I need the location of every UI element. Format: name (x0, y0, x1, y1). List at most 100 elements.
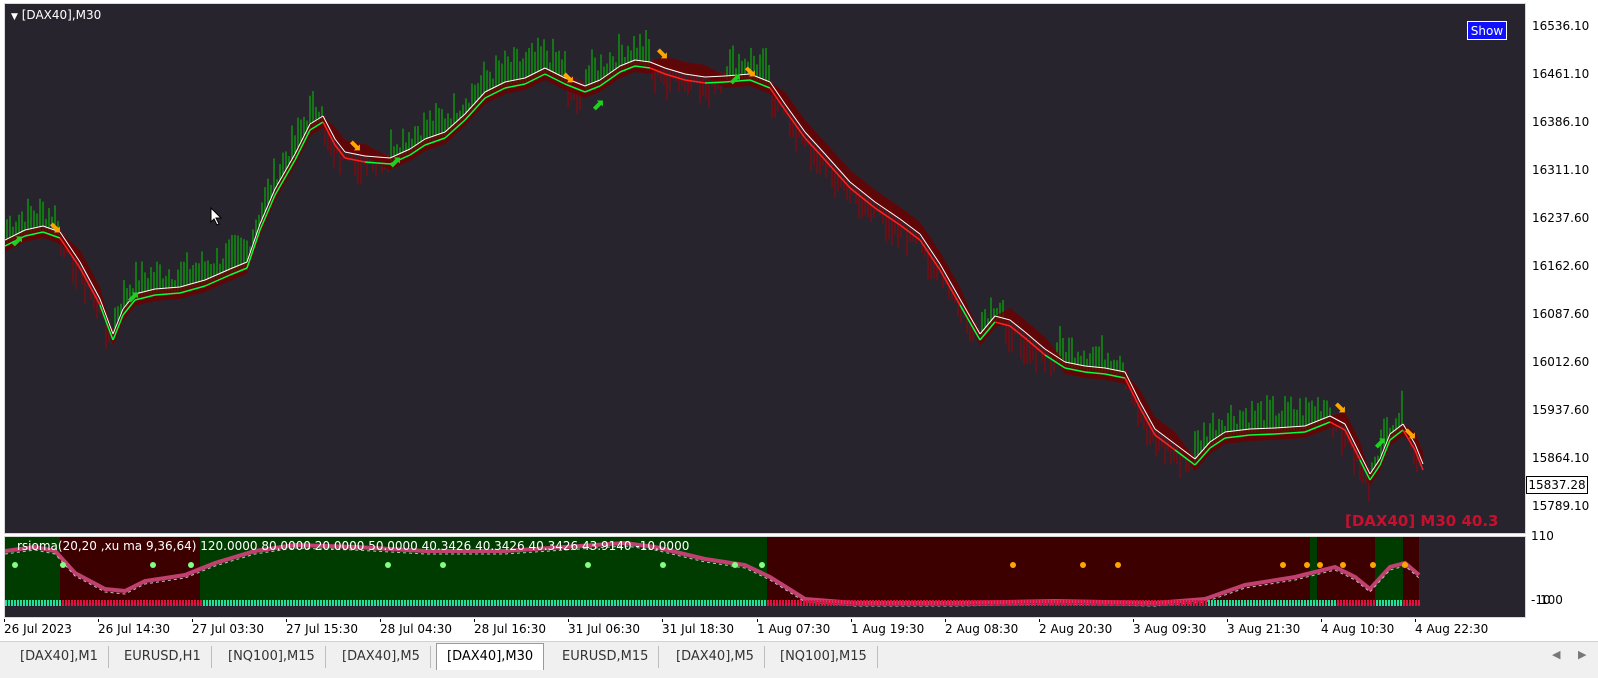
histogram-bar (209, 600, 211, 606)
histogram-bar (884, 600, 886, 606)
histogram-bar (1028, 600, 1030, 606)
histogram-bar (131, 600, 133, 606)
histogram-bar (1184, 600, 1186, 606)
collapse-triangle-icon[interactable]: ▼ (11, 12, 18, 22)
sell-arrow-icon: ⬊ (1333, 397, 1346, 416)
histogram-bar (29, 600, 31, 606)
histogram-bar (287, 600, 289, 606)
histogram-bar (611, 600, 613, 606)
histogram-bar (872, 600, 874, 606)
sell-arrow-icon: ⬊ (561, 67, 574, 86)
histogram-bar (1085, 600, 1087, 606)
histogram-bar (818, 600, 820, 606)
histogram-bar (908, 600, 910, 606)
histogram-bar (428, 600, 430, 606)
histogram-bar (461, 600, 463, 606)
histogram-bar (1166, 600, 1168, 606)
histogram-bar (224, 600, 226, 606)
histogram-bar (152, 600, 154, 606)
histogram-bar (371, 600, 373, 606)
histogram-bar (1283, 600, 1285, 606)
histogram-bar (1352, 600, 1354, 606)
histogram-bar (389, 600, 391, 606)
histogram-bar (947, 600, 949, 606)
histogram-bar (938, 600, 940, 606)
buy-arrow-icon: ⬈ (591, 95, 604, 114)
histogram-bar (890, 600, 892, 606)
time-axis-label: 2 Aug 20:30 (1039, 622, 1113, 636)
histogram-bar (1091, 600, 1093, 606)
signal-dot-icon (1304, 562, 1310, 568)
histogram-bar (47, 600, 49, 606)
histogram-bar (815, 600, 817, 606)
histogram-bar (1139, 600, 1141, 606)
histogram-bar (1097, 600, 1099, 606)
histogram-bar (1187, 600, 1189, 606)
indicator-panel[interactable]: rsioma(20,20 ,xu ma 9,36,64) 120.0000 80… (4, 536, 1526, 618)
histogram-bar (80, 600, 82, 606)
histogram-bar (776, 600, 778, 606)
chart-tab[interactable]: [NQ100],M15 (770, 646, 878, 668)
chart-tab[interactable]: [DAX40],M30 (436, 643, 545, 670)
histogram-bar (1235, 600, 1237, 606)
histogram-bar (395, 600, 397, 606)
histogram-bar (878, 600, 880, 606)
histogram-bar (617, 600, 619, 606)
show-button[interactable]: Show (1467, 21, 1507, 40)
tab-scroll-left-icon[interactable]: ◀ (1552, 648, 1560, 661)
histogram-bar (623, 600, 625, 606)
histogram-bar (548, 600, 550, 606)
histogram-bar (707, 600, 709, 606)
histogram-bar (668, 600, 670, 606)
histogram-bar (752, 600, 754, 606)
histogram-bar (1169, 600, 1171, 606)
histogram-bar (1181, 600, 1183, 606)
chart-tab[interactable]: [DAX40],M1 (10, 646, 109, 668)
histogram-bar (302, 600, 304, 606)
histogram-bar (26, 600, 28, 606)
histogram-bar (1052, 600, 1054, 606)
histogram-bar (728, 600, 730, 606)
main-chart[interactable]: ⬈ ⬊ ⬈ ⬊ ⬈ ⬊ ⬈ ⬊ ⬈ ⬊ ⬊ ⬈ ⬊ ▼ [DAX40],M30 Show [DAX40]… (4, 3, 1526, 534)
histogram-bar (545, 600, 547, 606)
histogram-bar (263, 600, 265, 606)
histogram-bar (1415, 600, 1417, 606)
tab-scroll-right-icon[interactable]: ▶ (1578, 648, 1586, 661)
histogram-bar (440, 600, 442, 606)
signal-dot-icon (440, 562, 446, 568)
histogram-bar (821, 600, 823, 606)
histogram-bar (272, 600, 274, 606)
chart-tab[interactable]: [DAX40],M5 (332, 646, 431, 668)
time-axis[interactable]: 26 Jul 2023 26 Jul 14:30 27 Jul 03:30 27 Ju… (4, 619, 1526, 639)
chart-tab[interactable]: [DAX40],M5 (666, 646, 765, 668)
histogram-bar (1163, 600, 1165, 606)
histogram-bar (1304, 600, 1306, 606)
chart-title[interactable]: ▼ [DAX40],M30 (11, 8, 101, 22)
histogram-bar (578, 600, 580, 606)
histogram-bar (644, 600, 646, 606)
chart-tab[interactable]: [NQ100],M15 (218, 646, 326, 668)
histogram-bar (449, 600, 451, 606)
histogram-bar (1382, 600, 1384, 606)
histogram-bar (377, 600, 379, 606)
histogram-bar (251, 600, 253, 606)
price-chart-svg: ⬈⬊⬈⬊⬈⬊⬈⬊⬈ ⬊⬊⬈⬊ (5, 30, 1424, 502)
chart-tab[interactable]: EURUSD,H1 (114, 646, 212, 668)
histogram-bar (1046, 600, 1048, 606)
histogram-bar (1202, 600, 1204, 606)
histogram-bar (989, 600, 991, 606)
ma-line (79, 261, 101, 300)
histogram-bar (1136, 600, 1138, 606)
histogram-bar (1238, 600, 1240, 606)
histogram-bar (608, 600, 610, 606)
time-axis-label: 4 Aug 22:30 (1415, 622, 1489, 636)
chart-tab[interactable]: EURUSD,M15 (552, 646, 660, 668)
indicator-axis[interactable]: 110 -10 100 (1526, 529, 1598, 618)
histogram-bar (710, 600, 712, 606)
histogram-bar (365, 600, 367, 606)
price-axis[interactable]: 16536.10 16461.10 16386.10 16311.10 16237.60… (1526, 3, 1598, 534)
histogram-bar (14, 600, 16, 606)
histogram-bar (527, 600, 529, 606)
histogram-bar (479, 600, 481, 606)
histogram-bar (665, 600, 667, 606)
